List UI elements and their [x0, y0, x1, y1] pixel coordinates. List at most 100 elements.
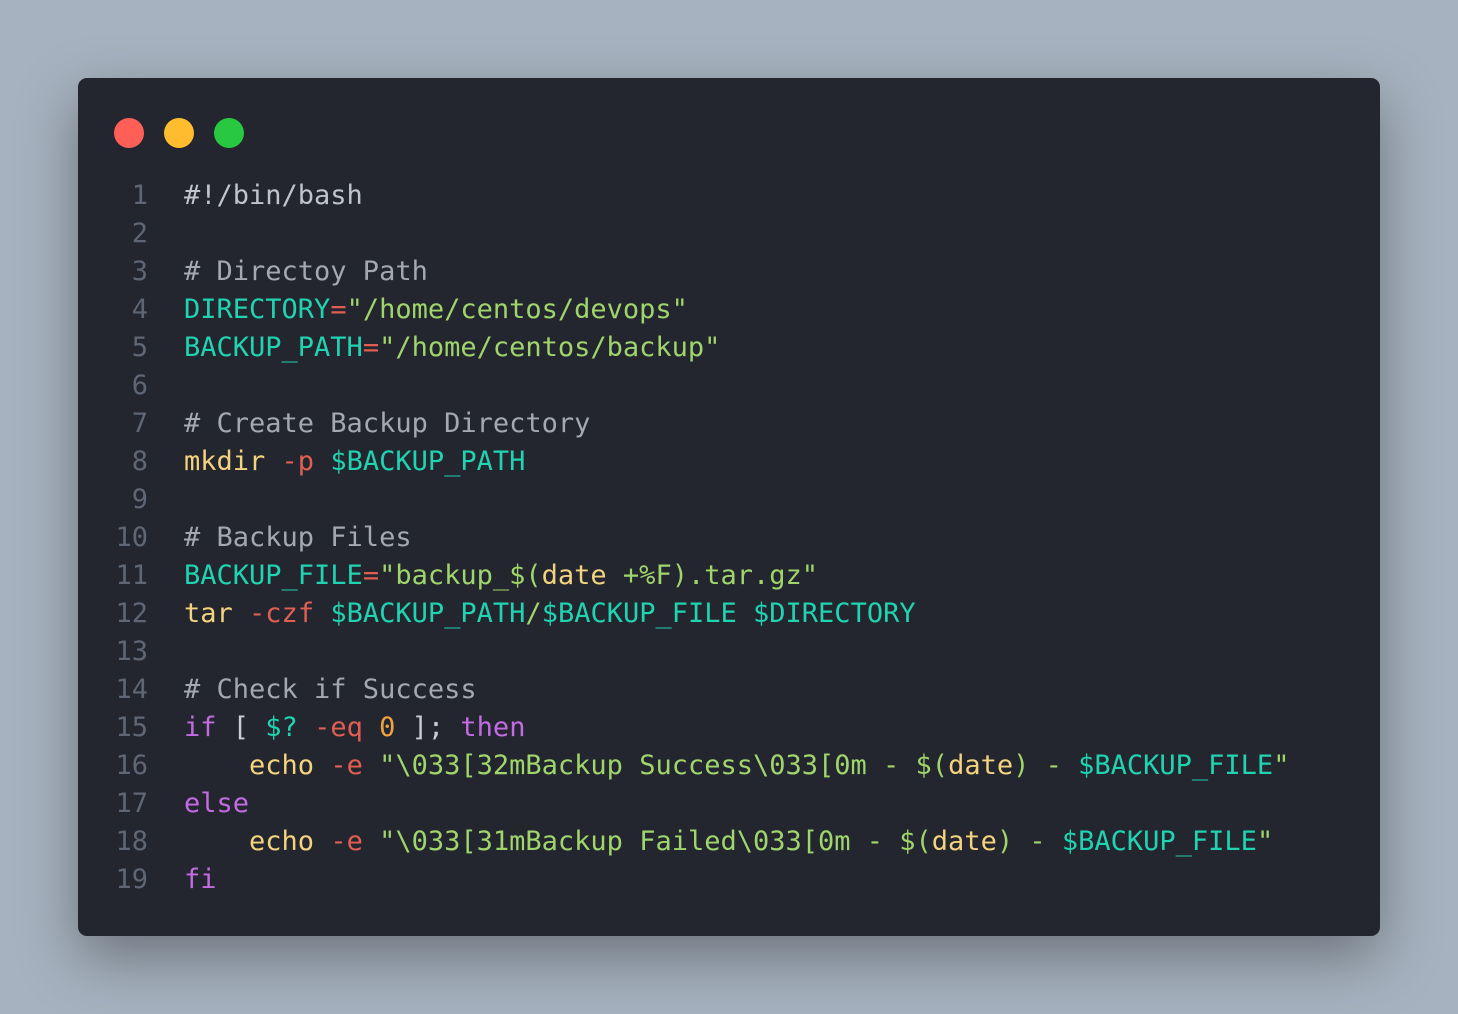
code-token: date	[541, 560, 607, 591]
code-token: ) -	[1013, 750, 1079, 781]
line-code: BACKUP_FILE="backup_$(date +%F).tar.gz"	[184, 557, 818, 595]
code-token: #!/bin/bash	[184, 180, 363, 211]
line-number: 8	[131, 446, 148, 477]
code-token: fi	[184, 864, 217, 895]
code-token: BACKUP_FILE	[184, 560, 363, 591]
code-token: /	[525, 598, 542, 629]
code-token: echo	[249, 750, 315, 781]
line-number: 9	[131, 484, 148, 515]
code-token: date	[948, 750, 1014, 781]
maximize-window-dot[interactable]	[214, 118, 244, 148]
line-code: else	[184, 785, 249, 823]
line-number: 11	[115, 560, 148, 591]
code-token: # Create Backup Directory	[184, 408, 591, 439]
code-token: else	[184, 788, 250, 819]
code-token: if	[184, 712, 217, 743]
line-code: DIRECTORY="/home/centos/devops"	[184, 291, 688, 329]
line-code: # Check if Success	[184, 671, 477, 709]
code-line: 11 BACKUP_FILE="backup_$(date +%F).tar.gz…	[78, 557, 1380, 595]
line-code: tar -czf $BACKUP_PATH/$BACKUP_FILE $DIRE…	[184, 595, 916, 633]
line-code: BACKUP_PATH="/home/centos/backup"	[184, 329, 720, 367]
code-line: 3 # Directoy Path	[78, 253, 1380, 291]
line-code: # Create Backup Directory	[184, 405, 590, 443]
code-token: -eq	[314, 712, 363, 743]
code-token: date	[931, 826, 997, 857]
line-number: 3	[131, 256, 148, 287]
code-line: 1 #!/bin/bash	[78, 177, 1380, 215]
line-number: 18	[115, 826, 148, 857]
code-token: mkdir	[184, 446, 266, 477]
code-token: "backup_$(	[379, 560, 542, 591]
code-token: DIRECTORY	[184, 294, 331, 325]
code-token: $?	[265, 712, 298, 743]
line-code: # Backup Files	[184, 519, 412, 557]
line-code: fi	[184, 861, 217, 899]
code-token: -czf	[249, 598, 315, 629]
code-token: "/home/centos/backup"	[379, 332, 721, 363]
code-line: 15 if [ $? -eq 0 ]; then	[78, 709, 1380, 747]
code-line: 19 fi	[78, 861, 1380, 899]
code-editor: 1 #!/bin/bash 2 3 # Directoy Path 4 DIRECTORY=…	[78, 177, 1380, 899]
code-token: $DIRECTORY	[753, 598, 916, 629]
code-token: =	[362, 560, 380, 591]
code-token: -e	[330, 750, 363, 781]
code-line: 12 tar -czf $BACKUP_PATH/$BACKUP_FILE $DI…	[78, 595, 1380, 633]
code-line: 2	[78, 215, 1380, 253]
line-code: if [ $? -eq 0 ]; then	[184, 709, 525, 747]
code-token: tar	[184, 598, 233, 629]
code-token: "	[1273, 750, 1290, 781]
code-token: $BACKUP_FILE	[1061, 826, 1257, 857]
code-token: "\033[32mBackup Success\033[0m - $(	[379, 750, 949, 781]
line-number: 14	[115, 674, 148, 705]
code-line: 17 else	[78, 785, 1380, 823]
code-window: 1 #!/bin/bash 2 3 # Directoy Path 4 DIRECTORY=…	[78, 78, 1380, 936]
line-number: 17	[115, 788, 148, 819]
line-number: 10	[115, 522, 148, 553]
code-token: # Check if Success	[184, 674, 477, 705]
close-window-dot[interactable]	[114, 118, 144, 148]
code-line: 5 BACKUP_PATH="/home/centos/backup"	[78, 329, 1380, 367]
code-token: "	[1256, 826, 1274, 857]
code-token: $BACKUP_PATH	[330, 446, 526, 477]
line-code: #!/bin/bash	[184, 177, 363, 215]
line-number: 2	[131, 218, 148, 249]
line-number: 16	[115, 750, 148, 781]
minimize-window-dot[interactable]	[164, 118, 194, 148]
code-token: ];	[395, 712, 461, 743]
code-token: $BACKUP_FILE	[1078, 750, 1274, 781]
code-line: 18 echo -e "\033[31mBackup Failed\033[0m…	[78, 823, 1380, 861]
code-token: "/home/centos/devops"	[346, 294, 688, 325]
code-token: =	[362, 332, 380, 363]
code-line: 10 # Backup Files	[78, 519, 1380, 557]
code-token: then	[460, 712, 526, 743]
line-code: # Directoy Path	[184, 253, 428, 291]
line-number: 6	[131, 370, 148, 401]
line-code: echo -e "\033[31mBackup Failed\033[0m - …	[184, 823, 1273, 861]
line-code: mkdir -p $BACKUP_PATH	[184, 443, 525, 481]
line-number: 7	[131, 408, 148, 439]
code-line: 6	[78, 367, 1380, 405]
code-line: 9	[78, 481, 1380, 519]
code-token: echo	[249, 826, 315, 857]
code-token: $BACKUP_FILE	[541, 598, 737, 629]
code-line: 13	[78, 633, 1380, 671]
code-line: 8 mkdir -p $BACKUP_PATH	[78, 443, 1380, 481]
code-line: 16 echo -e "\033[32mBackup Success\033[0…	[78, 747, 1380, 785]
line-number: 19	[115, 864, 148, 895]
line-number: 13	[115, 636, 148, 667]
code-line: 4 DIRECTORY="/home/centos/devops"	[78, 291, 1380, 329]
code-token: -e	[330, 826, 363, 857]
code-token: -p	[281, 446, 315, 477]
code-line: 7 # Create Backup Directory	[78, 405, 1380, 443]
